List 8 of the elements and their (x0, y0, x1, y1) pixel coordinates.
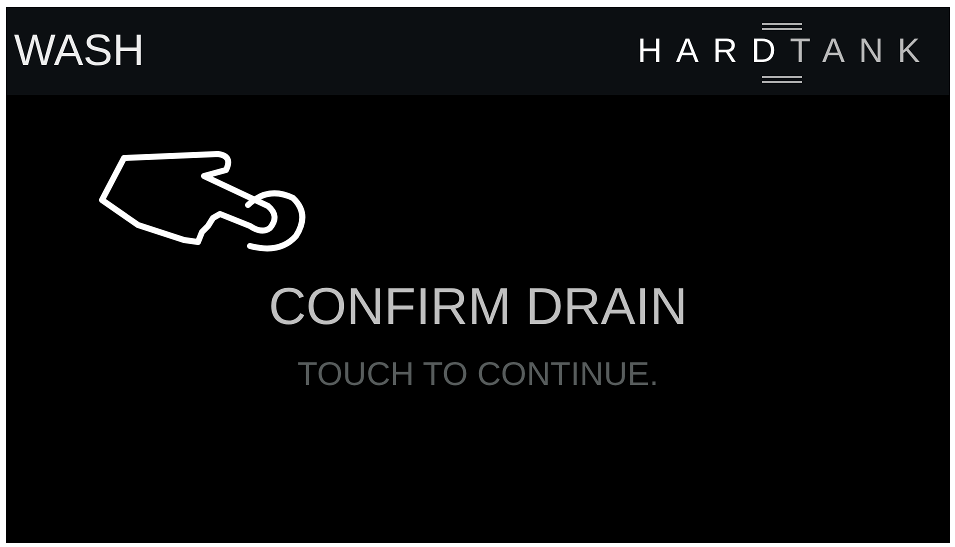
logo-text: HARD (638, 32, 790, 70)
screen-background[interactable]: WASH HARD TANK CONFIRM DRAIN TOUCH TO CONTINUE. (6, 7, 950, 543)
logo-text-striped: TANK (790, 32, 934, 70)
logo-lines-icon (762, 22, 802, 32)
prompt-subtitle: TOUCH TO CONTINUE. (297, 355, 659, 393)
prompt-title: CONFIRM DRAIN (268, 277, 688, 337)
screen-title: WASH (14, 26, 144, 76)
logo-lines-icon (762, 74, 802, 84)
